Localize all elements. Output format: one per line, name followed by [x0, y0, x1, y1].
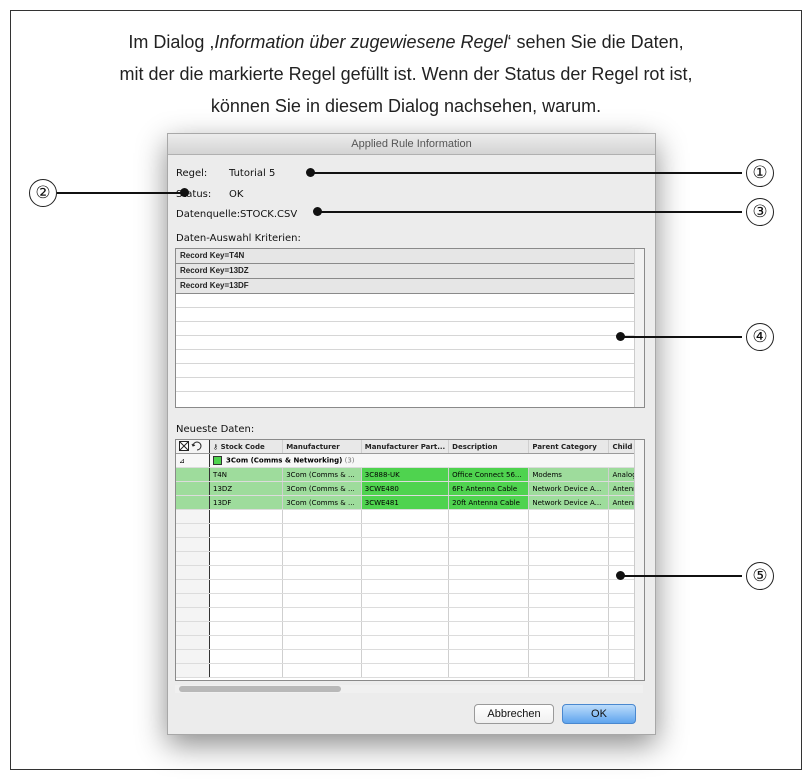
cell-stock-code: 13DZ — [209, 481, 284, 496]
column-header-manufacturer[interactable]: Manufacturer — [282, 440, 362, 454]
callout-5-marker: ⑤ — [746, 562, 774, 590]
collapse-triangle-icon[interactable]: ⊿ — [176, 453, 211, 468]
callout-2-marker: ② — [29, 179, 57, 207]
cancel-button[interactable]: Abbrechen — [474, 704, 554, 724]
criteria-empty-row — [176, 308, 644, 322]
rule-label: Regel: — [176, 168, 208, 179]
cell-stock-code: 13DF — [209, 495, 284, 510]
callout-4-marker: ④ — [746, 323, 774, 351]
criteria-empty-row — [176, 364, 644, 378]
empty-row — [176, 509, 644, 524]
criteria-item[interactable]: Record Key=T4N — [176, 249, 644, 264]
checkbox-refresh-icon — [179, 440, 202, 451]
column-header-manufacturer-part[interactable]: Manufacturer Part... — [361, 440, 450, 454]
empty-row — [176, 663, 644, 678]
empty-row — [176, 579, 644, 594]
empty-row — [176, 649, 644, 664]
cell-description: 6Ft Antenna Cable — [448, 481, 530, 496]
callout-2-dot — [180, 188, 189, 197]
criteria-item[interactable]: Record Key=13DZ — [176, 264, 644, 279]
criteria-empty-row — [176, 322, 644, 336]
table-scrollbar[interactable] — [634, 440, 644, 680]
table-header-row: ⚷ Stock Code Manufacturer Manufacturer P… — [176, 440, 644, 454]
source-value: STOCK.CSV — [240, 209, 298, 220]
horizontal-scrollbar[interactable] — [175, 685, 643, 693]
criteria-list[interactable]: Record Key=T4N Record Key=13DZ Record Ke… — [175, 248, 645, 408]
empty-row — [176, 607, 644, 622]
cell-parent-category: Network Device A... — [528, 481, 610, 496]
ok-button[interactable]: OK — [562, 704, 636, 724]
callout-2-line — [57, 192, 183, 194]
empty-row — [176, 551, 644, 566]
criteria-empty-row — [176, 336, 644, 350]
criteria-empty-row — [176, 378, 644, 392]
callout-1-marker: ① — [746, 159, 774, 187]
caption-line-1: Im Dialog ,Information über zugewiesene … — [128, 32, 684, 52]
column-header-description[interactable]: Description — [448, 440, 530, 454]
header-icons[interactable] — [176, 440, 211, 454]
callout-1-line — [312, 172, 742, 174]
criteria-empty-row — [176, 294, 644, 308]
cell-manufacturer: 3Com (Comms & ... — [282, 467, 362, 482]
group-color-icon — [213, 456, 223, 465]
cell-parent-category: Network Device A... — [528, 495, 610, 510]
rule-value: Tutorial 5 — [229, 168, 276, 179]
column-header-parent-category[interactable]: Parent Category — [528, 440, 610, 454]
callout-3-marker: ③ — [746, 198, 774, 226]
cell-stock-code: T4N — [209, 467, 284, 482]
caption-line-3: können Sie in diesem Dialog nachsehen, w… — [210, 96, 602, 116]
cell-manufacturer-part: 3C888-UK — [361, 467, 450, 482]
empty-row — [176, 523, 644, 538]
table-row[interactable]: T4N 3Com (Comms & ... 3C888-UK Office Co… — [176, 467, 644, 482]
criteria-empty-row — [176, 350, 644, 364]
criteria-scrollbar[interactable] — [634, 249, 644, 407]
cell-manufacturer-part: 3CWE481 — [361, 495, 450, 510]
empty-row — [176, 593, 644, 608]
column-header-stock-code[interactable]: ⚷ Stock Code — [209, 440, 284, 454]
applied-rule-dialog: Applied Rule Information Regel: Tutorial… — [167, 133, 656, 735]
source-label: Datenquelle: — [176, 209, 241, 220]
empty-row — [176, 621, 644, 636]
callout-5-line — [622, 575, 742, 577]
latest-data-label: Neueste Daten: — [176, 424, 255, 435]
group-label: 3Com (Comms & Networking) (3) — [209, 453, 644, 468]
horizontal-scroll-thumb[interactable] — [179, 686, 341, 692]
cell-parent-category: Modems — [528, 467, 610, 482]
empty-row — [176, 565, 644, 580]
empty-row — [176, 635, 644, 650]
criteria-item[interactable]: Record Key=13DF — [176, 279, 644, 294]
cell-description: 20ft Antenna Cable — [448, 495, 530, 510]
key-icon: ⚷ — [213, 442, 221, 451]
latest-data-table[interactable]: ⚷ Stock Code Manufacturer Manufacturer P… — [175, 439, 645, 681]
callout-3-line — [319, 211, 742, 213]
callout-4-line — [622, 336, 742, 338]
cell-manufacturer: 3Com (Comms & ... — [282, 495, 362, 510]
caption-line-2: mit der die markierte Regel gefüllt ist.… — [119, 64, 693, 84]
table-row[interactable]: 13DF 3Com (Comms & ... 3CWE481 20ft Ante… — [176, 495, 644, 510]
group-row[interactable]: ⊿ 3Com (Comms & Networking) (3) — [176, 453, 644, 468]
cell-manufacturer-part: 3CWE480 — [361, 481, 450, 496]
cell-description: Office Connect 56... — [448, 467, 530, 482]
status-value: OK — [229, 189, 244, 200]
empty-row — [176, 537, 644, 552]
criteria-label: Daten-Auswahl Kriterien: — [176, 233, 301, 244]
dialog-title: Applied Rule Information — [168, 134, 655, 155]
cell-manufacturer: 3Com (Comms & ... — [282, 481, 362, 496]
table-row[interactable]: 13DZ 3Com (Comms & ... 3CWE480 6Ft Anten… — [176, 481, 644, 496]
